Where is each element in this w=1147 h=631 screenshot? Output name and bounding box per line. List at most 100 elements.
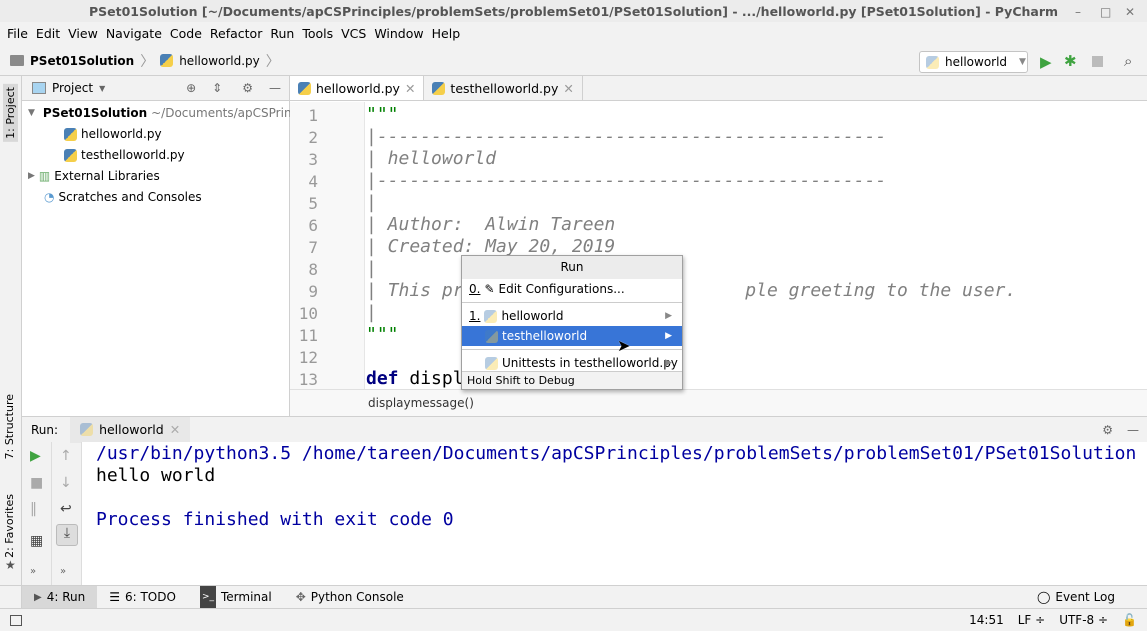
window-title: PSet01Solution [~/Documents/apCSPrincipl…	[88, 4, 1059, 19]
tool-structure[interactable]: 7: Structure	[3, 394, 16, 459]
close-tab-icon[interactable]: ✕	[405, 81, 415, 96]
tab-helloworld[interactable]: helloworld.py ✕	[290, 76, 425, 100]
tab-label: testhelloworld.py	[450, 80, 559, 96]
debug-bug-icon[interactable]: ✱	[1064, 52, 1077, 70]
maximize-button[interactable]: □	[1100, 0, 1111, 24]
code-line: | Author: Alwin Tareen	[366, 214, 616, 235]
tool-terminal[interactable]: >_ Terminal	[188, 586, 284, 609]
python-icon	[484, 309, 498, 323]
code-line: |	[366, 258, 377, 279]
gear-icon[interactable]: ⚙	[1102, 423, 1113, 437]
stop-icon[interactable]: ■	[30, 475, 43, 491]
hide-icon[interactable]: —	[1127, 423, 1139, 437]
menu-run[interactable]: Run	[266, 22, 298, 46]
menu-tools[interactable]: Tools	[298, 22, 337, 46]
mnemonic: 0.	[469, 282, 481, 296]
hide-icon[interactable]: —	[269, 81, 281, 95]
search-icon[interactable]: ⌕	[1124, 52, 1132, 70]
menu-file[interactable]: File	[3, 22, 32, 46]
menu-window[interactable]: Window	[370, 22, 427, 46]
tool-label: Terminal	[220, 590, 272, 604]
file-encoding[interactable]: UTF-8 ÷	[1059, 613, 1108, 627]
up-arrow-icon[interactable]: ↑	[60, 448, 72, 464]
line-number: 9	[308, 282, 318, 301]
run-config-dropdown[interactable]: helloworld ▼	[919, 51, 1028, 73]
menu-edit[interactable]: Edit	[32, 22, 64, 46]
external-label: External Libraries	[54, 169, 160, 183]
close-tab-icon[interactable]: ✕	[563, 81, 573, 96]
tool-label: Python Console	[310, 590, 404, 604]
collapse-all-icon[interactable]: ⇕	[212, 81, 222, 95]
menu-help[interactable]: Help	[428, 22, 465, 46]
item-label: helloworld	[501, 309, 564, 323]
chevron-down-icon[interactable]: ▼	[99, 84, 105, 93]
python-file-icon	[64, 128, 77, 141]
expand-right-icon: ▶	[28, 171, 35, 181]
tree-file[interactable]: helloworld.py	[22, 124, 289, 145]
tool-project[interactable]: 1: Project	[3, 84, 18, 142]
stop-icon[interactable]	[1092, 56, 1103, 67]
menu-view[interactable]: View	[64, 22, 102, 46]
lock-icon[interactable]: 🔓	[1122, 613, 1137, 627]
chevron-down-icon: ▼	[1019, 57, 1026, 67]
scroll-to-end-icon[interactable]: ⤓	[56, 524, 78, 546]
nav-file[interactable]: helloworld.py	[179, 54, 260, 68]
line-number: 4	[308, 172, 318, 191]
python-test-icon	[485, 356, 498, 370]
run-toolbar: ▶ ■ ‖ ▦ »	[22, 442, 52, 585]
tab-testhelloworld[interactable]: testhelloworld.py ✕	[424, 76, 583, 100]
tool-todo[interactable]: ☰ 6: TODO	[97, 586, 188, 609]
console-output[interactable]: /usr/bin/python3.5 /home/tareen/Document…	[82, 442, 1147, 585]
toggle-tool-windows-icon[interactable]	[10, 614, 22, 626]
tree-root[interactable]: ▼ PSet01Solution ~/Documents/apCSPrin	[22, 103, 292, 124]
caret-position[interactable]: 14:51	[969, 613, 1004, 627]
run-label: Run:	[31, 422, 59, 437]
line-separator[interactable]: LF ÷	[1018, 613, 1045, 627]
bottom-tool-strip: ▶ 4: Run ☰ 6: TODO >_ Terminal ✥ Python Cons…	[0, 585, 1147, 609]
close-tab-icon[interactable]: ✕	[170, 422, 180, 437]
python-console-icon: ✥	[295, 590, 306, 604]
tool-event-log[interactable]: ◯ Event Log	[1025, 586, 1127, 609]
menu-item-helloworld[interactable]: 1. helloworld ▶	[462, 306, 682, 326]
gear-icon[interactable]: ⚙	[242, 81, 253, 95]
rerun-icon[interactable]: ▶	[30, 448, 41, 464]
tree-scratches[interactable]: ◔ Scratches and Consoles	[22, 187, 289, 208]
run-config-label: helloworld	[945, 55, 1008, 69]
menu-bar: File Edit View Navigate Code Refactor Run Tools…	[0, 22, 1147, 46]
run-icon[interactable]: ▶	[1040, 53, 1052, 71]
soft-wrap-icon[interactable]: ↩	[60, 501, 72, 517]
tool-label: 6: TODO	[124, 590, 176, 604]
tool-run[interactable]: ▶ 4: Run	[22, 586, 98, 609]
menu-item-unittests[interactable]: Unittests in testhelloworld.py ▶	[462, 353, 682, 373]
layout-icon[interactable]: ▦	[30, 533, 43, 549]
code-breadcrumb[interactable]: displaymessage()	[290, 389, 1147, 416]
tool-python-console[interactable]: ✥ Python Console	[284, 586, 416, 609]
menu-refactor[interactable]: Refactor	[206, 22, 266, 46]
tool-favorites[interactable]: 2: Favorites	[3, 494, 16, 558]
menu-code[interactable]: Code	[166, 22, 206, 46]
menu-item-edit-configurations[interactable]: 0. ✎ Edit Configurations...	[462, 279, 682, 299]
down-arrow-icon[interactable]: ↓	[60, 475, 72, 491]
run-tab-helloworld[interactable]: helloworld ✕	[70, 416, 191, 443]
tree-external-libraries[interactable]: ▶ ▥ External Libraries	[22, 166, 289, 187]
project-view-selector[interactable]: Project	[52, 81, 93, 95]
pause-icon[interactable]: ‖	[30, 501, 37, 517]
menu-vcs[interactable]: VCS	[337, 22, 370, 46]
menu-navigate[interactable]: Navigate	[102, 22, 166, 46]
pencil-icon: ✎	[484, 282, 495, 296]
close-button[interactable]: ✕	[1125, 0, 1135, 24]
editor[interactable]: helloworld.py ✕ testhelloworld.py ✕ displa…	[290, 76, 1147, 416]
nav-project[interactable]: PSet01Solution	[30, 54, 134, 68]
locate-icon[interactable]: ⊕	[186, 81, 196, 95]
library-icon: ▥	[38, 169, 51, 183]
menu-item-testhelloworld[interactable]: testhelloworld ▶	[462, 326, 682, 346]
more-icon[interactable]: »	[60, 566, 66, 577]
more-icon[interactable]: »	[30, 566, 36, 577]
code-line: |	[366, 192, 377, 213]
python-file-icon	[298, 81, 311, 95]
status-bar: 14:51 LF ÷ UTF-8 ÷ 🔓	[0, 608, 1147, 631]
minimize-button[interactable]: –	[1075, 0, 1081, 24]
tree-file[interactable]: testhelloworld.py	[22, 145, 289, 166]
run-popup-menu: Run 0. ✎ Edit Configurations... 1. hellowor…	[461, 255, 683, 390]
